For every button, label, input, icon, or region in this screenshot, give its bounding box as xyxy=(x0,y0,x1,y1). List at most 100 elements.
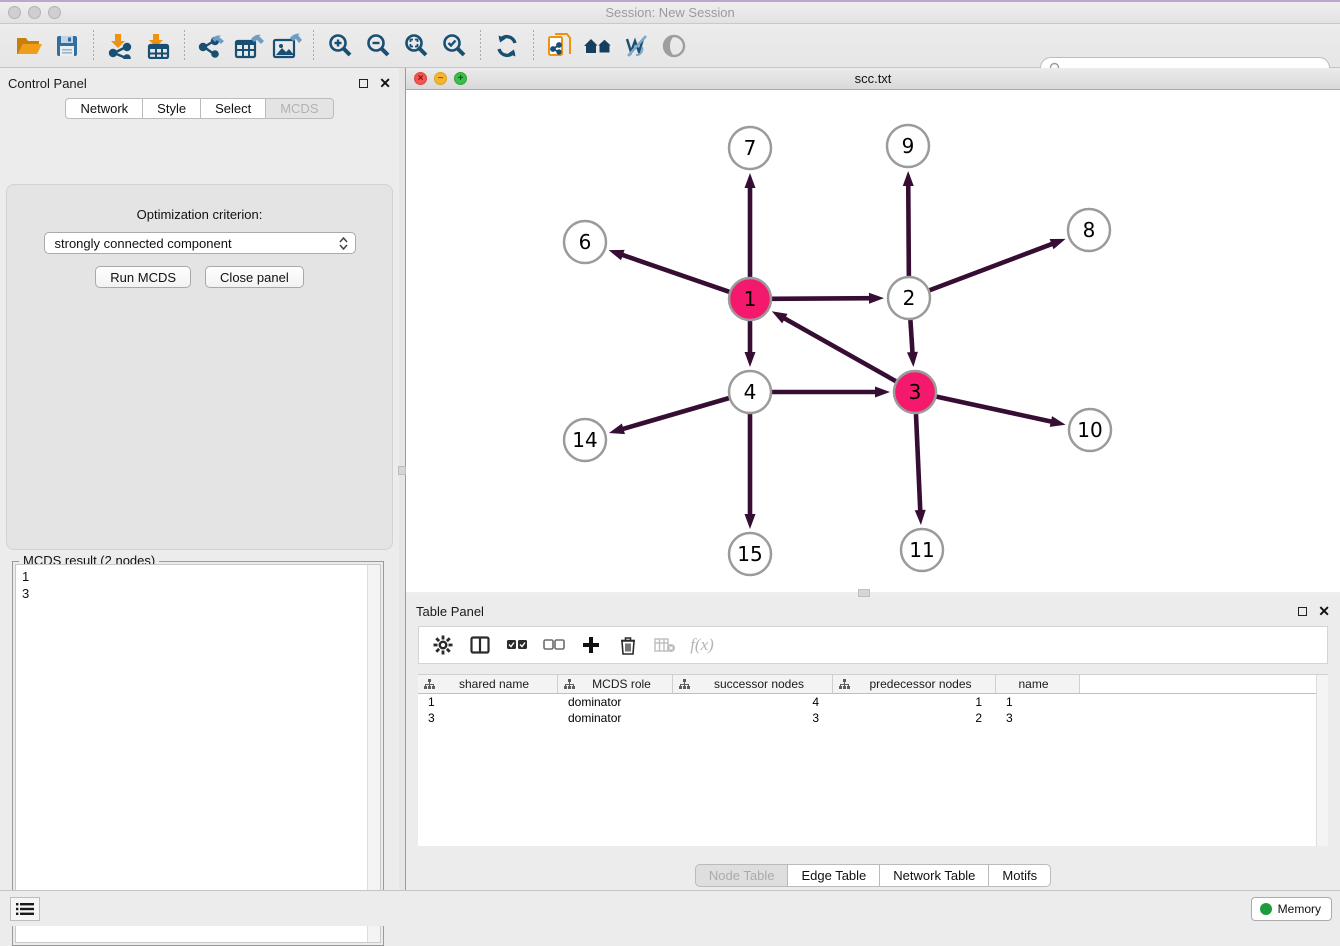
graph-edge-3-11[interactable] xyxy=(916,414,920,513)
toolbar-separator xyxy=(184,30,185,62)
function-builder-button[interactable]: f(x) xyxy=(688,630,716,660)
close-panel-icon[interactable]: ✕ xyxy=(379,78,391,88)
tab-node-table[interactable]: Node Table xyxy=(695,864,788,887)
delete-column-button[interactable] xyxy=(614,630,642,660)
splitter-grip[interactable] xyxy=(398,466,406,475)
mcds-result-area: 1 3 xyxy=(15,564,381,943)
table-panel-title: Table Panel xyxy=(416,604,1298,619)
export-network-icon xyxy=(197,33,225,59)
graph-edge-2-9[interactable] xyxy=(908,183,909,276)
main-toolbar xyxy=(0,24,1340,68)
delete-table-icon xyxy=(654,637,676,653)
graph-edge-arrowhead xyxy=(915,510,926,525)
mcds-result-scrollbar[interactable] xyxy=(367,565,380,942)
column-header-mcds-role[interactable]: MCDS role xyxy=(558,675,673,693)
graph-edge-arrowhead xyxy=(609,424,625,435)
graph-edge-arrowhead xyxy=(745,352,756,367)
network-window-titlebar: × − + scc.txt xyxy=(406,68,1340,90)
toolbar-separator xyxy=(313,30,314,62)
memory-button[interactable]: Memory xyxy=(1251,897,1332,921)
splitter-grip[interactable] xyxy=(858,589,870,597)
column-header-name[interactable]: name xyxy=(996,675,1080,693)
graph-edge-arrowhead xyxy=(1050,416,1066,427)
tab-motifs[interactable]: Motifs xyxy=(988,864,1051,887)
graph-edge-arrowhead xyxy=(745,514,756,529)
criterion-select[interactable]: strongly connected component xyxy=(44,232,356,254)
apply-layout-button[interactable] xyxy=(488,28,526,64)
trash-icon xyxy=(620,636,636,655)
plus-icon xyxy=(582,636,600,654)
close-panel-icon[interactable]: ✕ xyxy=(1318,606,1330,616)
hierarchy-icon xyxy=(679,679,690,689)
vertical-splitter[interactable] xyxy=(399,68,405,892)
zoom-fit-button[interactable] xyxy=(397,28,435,64)
hide-graphics-details-icon xyxy=(622,33,650,59)
graph-edge-arrowhead xyxy=(903,171,914,186)
fx-icon: f(x) xyxy=(690,635,714,655)
graph-edge-2-8[interactable] xyxy=(930,243,1055,290)
zoom-out-button[interactable] xyxy=(359,28,397,64)
open-session-button[interactable] xyxy=(10,28,48,64)
graph-edge-1-2[interactable] xyxy=(772,298,872,299)
close-panel-button[interactable]: Close panel xyxy=(205,266,304,288)
float-panel-icon[interactable] xyxy=(1298,607,1307,616)
select-all-columns-button[interactable] xyxy=(503,630,531,660)
home-network-button[interactable] xyxy=(579,28,617,64)
toolbar-separator xyxy=(533,30,534,62)
import-table-button[interactable] xyxy=(139,28,177,64)
graph-edge-3-1[interactable] xyxy=(782,317,896,381)
graph-edge-1-6[interactable] xyxy=(620,254,729,292)
hierarchy-icon xyxy=(424,679,435,689)
float-panel-icon[interactable] xyxy=(359,79,368,88)
table-panel: Table Panel ✕ xyxy=(406,597,1340,892)
network-canvas[interactable]: 1234678910111415 xyxy=(406,90,1340,592)
table-settings-button[interactable] xyxy=(429,630,457,660)
clone-network-button[interactable] xyxy=(541,28,579,64)
save-session-button[interactable] xyxy=(48,28,86,64)
status-bar: Memory xyxy=(0,890,1340,926)
graph-edge-arrowhead xyxy=(875,387,890,398)
import-network-button[interactable] xyxy=(101,28,139,64)
network-graph[interactable]: 1234678910111415 xyxy=(406,90,1340,591)
clone-network-icon xyxy=(546,32,574,60)
control-panel-header: Control Panel ✕ xyxy=(0,68,399,94)
column-header-shared-name[interactable]: shared name xyxy=(418,675,558,693)
table-panel-header: Table Panel ✕ xyxy=(406,597,1340,622)
table-row[interactable]: 1dominator411 xyxy=(418,694,1328,710)
task-history-button[interactable] xyxy=(10,897,40,921)
refresh-icon xyxy=(494,33,520,59)
show-columns-button[interactable] xyxy=(466,630,494,660)
deselect-all-columns-button[interactable] xyxy=(540,630,568,660)
node-table: shared name MCDS role successor nodes xyxy=(418,674,1328,846)
tab-network-table[interactable]: Network Table xyxy=(879,864,988,887)
tab-edge-table[interactable]: Edge Table xyxy=(787,864,879,887)
column-header-successor-nodes[interactable]: successor nodes xyxy=(673,675,833,693)
graph-node-label: 11 xyxy=(909,538,934,562)
table-cell: 1 xyxy=(833,694,996,710)
run-mcds-button[interactable]: Run MCDS xyxy=(95,266,191,288)
tab-style[interactable]: Style xyxy=(142,98,200,119)
control-panel: Control Panel ✕ Network Style Select MCD… xyxy=(0,68,399,892)
tab-network[interactable]: Network xyxy=(65,98,142,119)
zoom-in-button[interactable] xyxy=(321,28,359,64)
import-table-icon xyxy=(144,33,172,59)
graph-edge-4-14[interactable] xyxy=(621,398,729,430)
create-column-button[interactable] xyxy=(577,630,605,660)
table-scrollbar[interactable] xyxy=(1316,675,1328,846)
delete-table-button[interactable] xyxy=(651,630,679,660)
main-titlebar: Session: New Session xyxy=(0,2,1340,24)
export-image-button[interactable] xyxy=(268,28,306,64)
tab-select[interactable]: Select xyxy=(200,98,265,119)
graph-edge-3-10[interactable] xyxy=(936,397,1053,422)
graph-edge-2-3[interactable] xyxy=(910,320,912,355)
column-header-predecessor-nodes[interactable]: predecessor nodes xyxy=(833,675,996,693)
export-network-button[interactable] xyxy=(192,28,230,64)
tab-mcds[interactable]: MCDS xyxy=(265,98,333,119)
hide-details-button[interactable] xyxy=(617,28,655,64)
birdseye-view-button[interactable] xyxy=(655,28,693,64)
mcds-result-text: 1 3 xyxy=(16,565,367,942)
table-row[interactable]: 3dominator323 xyxy=(418,710,1328,726)
zoom-selected-button[interactable] xyxy=(435,28,473,64)
export-table-button[interactable] xyxy=(230,28,268,64)
graph-edge-arrowhead xyxy=(1050,239,1066,249)
